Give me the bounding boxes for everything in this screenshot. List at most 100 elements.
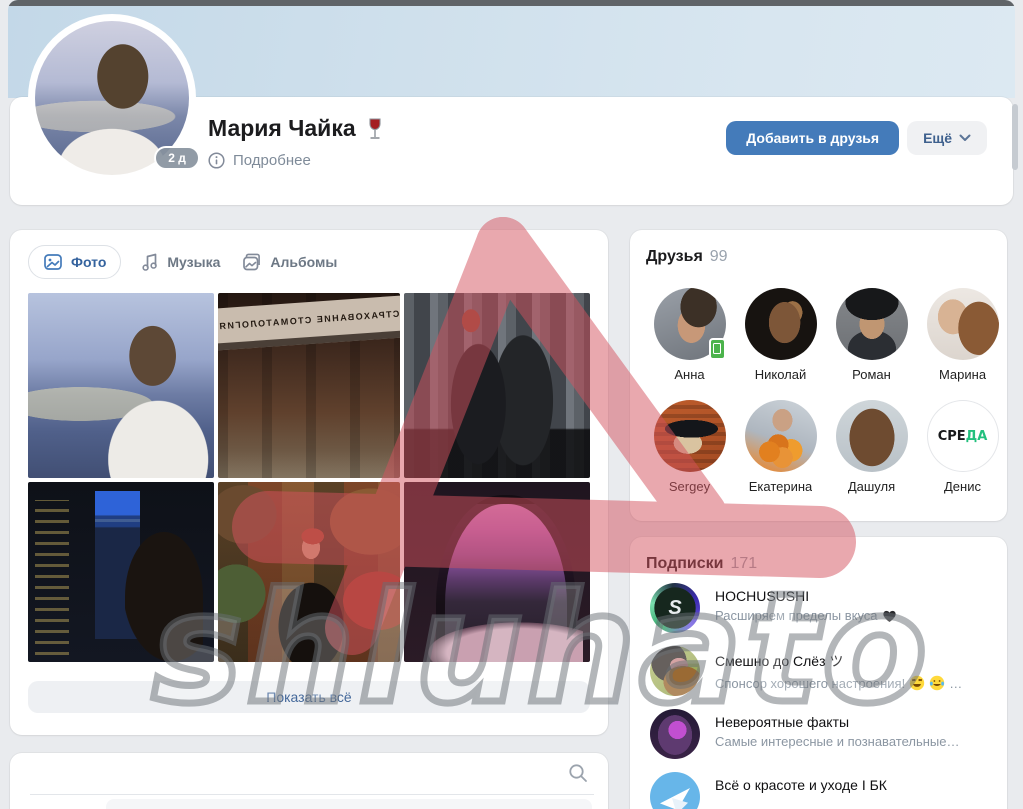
community-avatar [650, 646, 700, 696]
details-label: Подробнее [233, 152, 311, 169]
subscriptions-header[interactable]: Подписки 171 [646, 555, 757, 573]
community-avatar [650, 709, 700, 759]
community-avatar: S [650, 583, 700, 633]
tab-albums-label: Альбомы [270, 254, 337, 270]
tab-photos[interactable]: Фото [28, 245, 121, 279]
friend-avatar [745, 400, 817, 472]
friend-nikolay[interactable]: Николай [735, 288, 826, 382]
photo-silhouette [125, 532, 203, 662]
music-icon [141, 252, 159, 272]
profile-header-text: Мария Чайка Подробнее [208, 115, 385, 169]
friend-avatar [927, 288, 999, 360]
friends-count: 99 [710, 248, 728, 265]
photo-lake-sunset[interactable] [28, 293, 214, 478]
subtitle-ellipsis: … [949, 676, 962, 691]
photo-city-windows [35, 500, 68, 655]
tab-music[interactable]: Музыка [139, 246, 222, 278]
profile-name: Мария Чайка [208, 115, 356, 142]
photo-tent-blanket [423, 615, 583, 662]
friend-name: Екатерина [749, 479, 813, 494]
scrollbar-thumb[interactable] [1012, 104, 1018, 170]
subscription-neveroyatnye-fakty[interactable]: Невероятные факты Самые интересные и поз… [650, 709, 995, 759]
friends-header[interactable]: Друзья 99 [646, 248, 728, 266]
community-title: Невероятные факты [715, 714, 959, 730]
subscription-smeshno-do-slez[interactable]: Смешно до Слёз ツ Спонсор хорошего настро… [650, 646, 995, 696]
friends-title: Друзья [646, 248, 703, 265]
profile-avatar[interactable]: 2 д [28, 14, 196, 182]
story-badge[interactable]: 2 д [154, 146, 200, 170]
black-heart-emoji [882, 609, 897, 623]
community-subtitle: Самые интересные и познавательные… [715, 734, 959, 749]
wall-search-input[interactable] [30, 759, 554, 789]
content-tabs: Фото Музыка Альбомы [28, 245, 339, 279]
photo-icon [43, 252, 63, 272]
friend-sergey[interactable]: Sergey [644, 400, 735, 494]
friend-dashulya[interactable]: Дашуля [826, 400, 917, 494]
tab-music-label: Музыка [167, 254, 220, 270]
community-avatar [650, 772, 700, 809]
wall-divider [30, 794, 594, 795]
add-friend-button[interactable]: Добавить в друзья [726, 121, 899, 155]
tab-photos-label: Фото [71, 254, 106, 270]
friend-avatar [836, 400, 908, 472]
online-mobile-icon [709, 338, 726, 360]
subscriptions-card: Подписки 171 S HOCHUSUSHI Расширяем преде… [630, 537, 1007, 809]
friend-name: Николай [755, 367, 807, 382]
photo-sign-text: СТРАХОВАНИЕ СТОМАТОЛОГИЯ [218, 308, 400, 331]
friend-avatar [836, 288, 908, 360]
friend-avatar-sreda-logo: СРЕДА [927, 400, 999, 472]
wall-card [10, 753, 608, 809]
photo-tent-sunset[interactable] [404, 482, 590, 662]
search-icon[interactable] [568, 763, 588, 783]
community-logo-letter: S [668, 598, 681, 618]
community-subtitle-text: Самые интересные и познавательные… [715, 734, 959, 749]
profile-details-link[interactable]: Подробнее [208, 152, 385, 169]
friend-denis[interactable]: СРЕДА Денис [917, 400, 1008, 494]
photo-night-building[interactable]: СТРАХОВАНИЕ СТОМАТОЛОГИЯ [218, 293, 400, 478]
photo-woman-figure [269, 525, 353, 662]
subscription-text: Смешно до Слёз ツ Спонсор хорошего настро… [715, 646, 962, 691]
friend-avatar [654, 400, 726, 472]
info-icon [208, 152, 225, 169]
show-all-button[interactable]: Показать всё [28, 681, 590, 713]
wall-next-row [106, 799, 592, 809]
friends-card: Друзья 99 Анна Николай Роман Марина [630, 230, 1007, 521]
friend-ekaterina[interactable]: Екатерина [735, 400, 826, 494]
photo-elevator-selfie[interactable] [404, 293, 590, 478]
subscription-text: HOCHUSUSHI Расширяем пределы вкуса [715, 583, 897, 623]
subscription-text: Невероятные факты Самые интересные и поз… [715, 709, 959, 749]
wine-glass-emoji [365, 118, 385, 140]
photo-sign-strip: СТРАХОВАНИЕ СТОМАТОЛОГИЯ [218, 295, 400, 351]
friend-anna[interactable]: Анна [644, 288, 735, 382]
subscriptions-count: 171 [730, 555, 757, 572]
friend-roman[interactable]: Роман [826, 288, 917, 382]
friend-name: Анна [674, 367, 704, 382]
community-subtitle: Расширяем пределы вкуса [715, 608, 897, 623]
more-label: Ещё [923, 130, 952, 146]
subscription-hochusushi[interactable]: S HOCHUSUSHI Расширяем пределы вкуса [650, 583, 995, 633]
subscription-text: Всё о красоте и уходе I БК [715, 772, 887, 797]
friend-name: Марина [939, 367, 986, 382]
albums-icon [242, 252, 262, 272]
friend-name: Sergey [669, 479, 710, 494]
joy-tears-emoji [929, 675, 945, 691]
more-button[interactable]: Ещё [907, 121, 987, 155]
laughing-emoji [909, 675, 925, 691]
photos-card: Фото Музыка Альбомы [10, 230, 608, 735]
friends-grid: Анна Николай Роман Марина Sergey Екатери… [644, 288, 1008, 494]
tab-albums[interactable]: Альбомы [240, 246, 339, 278]
photo-night-city[interactable] [28, 482, 214, 662]
friend-name: Роман [852, 367, 891, 382]
photo-colorful-room[interactable] [218, 482, 400, 662]
friend-name: Дашуля [848, 479, 895, 494]
chevron-down-icon [959, 134, 971, 142]
subscription-vse-o-krasote[interactable]: Всё о красоте и уходе I БК [650, 772, 995, 809]
sreda-text-green: ДА [966, 429, 988, 444]
community-title: HOCHUSUSHI [715, 588, 897, 604]
community-title: Смешно до Слёз ツ [715, 651, 962, 671]
friend-avatar [745, 288, 817, 360]
friend-marina[interactable]: Марина [917, 288, 1008, 382]
header-actions: Добавить в друзья Ещё [726, 121, 987, 155]
subscriptions-title: Подписки [646, 555, 723, 572]
wall-search-row [10, 753, 608, 794]
